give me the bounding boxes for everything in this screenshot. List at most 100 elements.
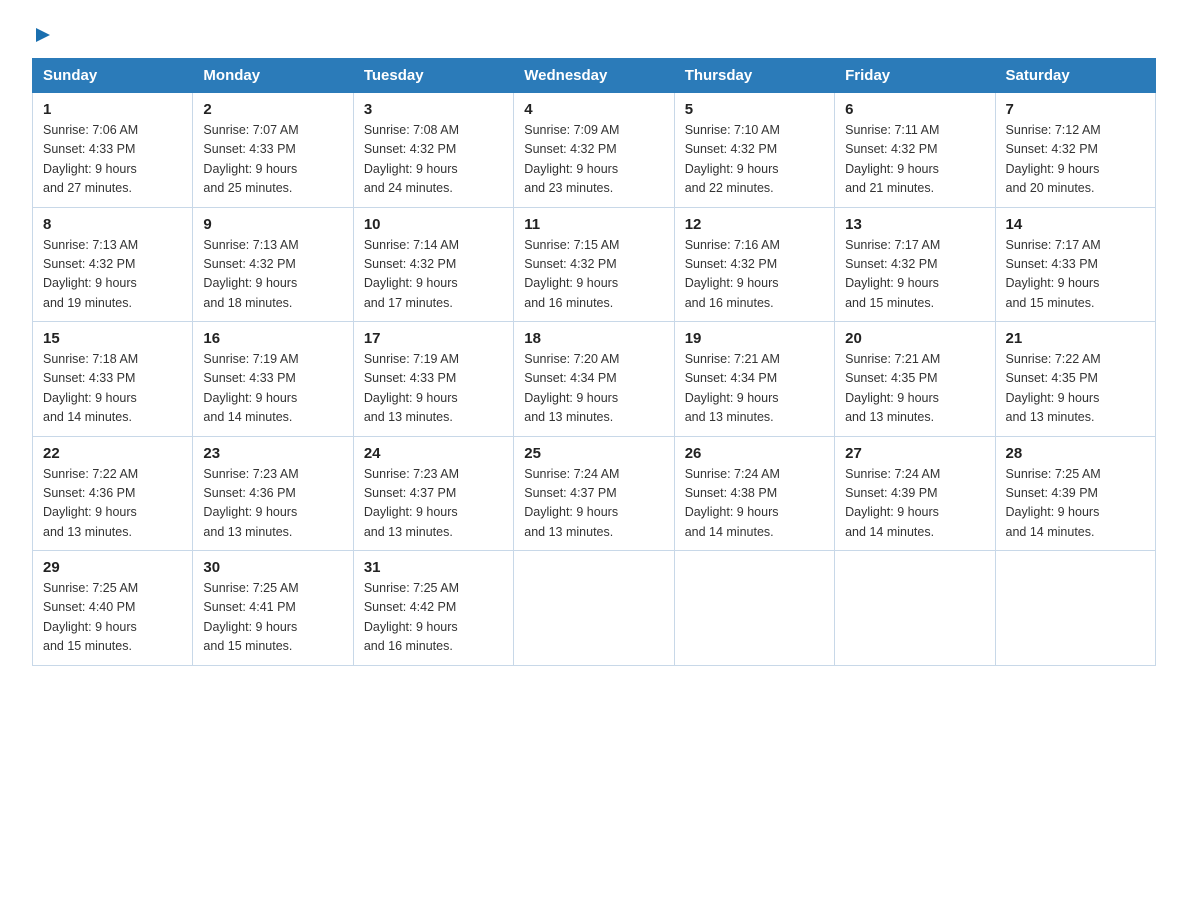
day-number: 9 — [203, 216, 342, 233]
day-cell-4: 4 Sunrise: 7:09 AM Sunset: 4:32 PM Dayli… — [514, 93, 674, 208]
day-number: 18 — [524, 330, 663, 347]
weekday-header-saturday: Saturday — [995, 59, 1155, 93]
weekday-header-row: SundayMondayTuesdayWednesdayThursdayFrid… — [33, 59, 1156, 93]
day-info: Sunrise: 7:10 AM Sunset: 4:32 PM Dayligh… — [685, 121, 824, 199]
day-info: Sunrise: 7:13 AM Sunset: 4:32 PM Dayligh… — [203, 236, 342, 314]
day-cell-29: 29 Sunrise: 7:25 AM Sunset: 4:40 PM Dayl… — [33, 551, 193, 666]
day-number: 21 — [1006, 330, 1145, 347]
day-number: 27 — [845, 445, 984, 462]
day-info: Sunrise: 7:22 AM Sunset: 4:36 PM Dayligh… — [43, 465, 182, 543]
weekday-header-thursday: Thursday — [674, 59, 834, 93]
day-info: Sunrise: 7:13 AM Sunset: 4:32 PM Dayligh… — [43, 236, 182, 314]
weekday-header-friday: Friday — [835, 59, 995, 93]
day-info: Sunrise: 7:23 AM Sunset: 4:36 PM Dayligh… — [203, 465, 342, 543]
day-cell-16: 16 Sunrise: 7:19 AM Sunset: 4:33 PM Dayl… — [193, 322, 353, 437]
day-cell-14: 14 Sunrise: 7:17 AM Sunset: 4:33 PM Dayl… — [995, 207, 1155, 322]
day-cell-21: 21 Sunrise: 7:22 AM Sunset: 4:35 PM Dayl… — [995, 322, 1155, 437]
day-cell-12: 12 Sunrise: 7:16 AM Sunset: 4:32 PM Dayl… — [674, 207, 834, 322]
day-number: 26 — [685, 445, 824, 462]
day-number: 19 — [685, 330, 824, 347]
day-number: 25 — [524, 445, 663, 462]
day-number: 30 — [203, 559, 342, 576]
day-info: Sunrise: 7:21 AM Sunset: 4:35 PM Dayligh… — [845, 350, 984, 428]
week-row-1: 1 Sunrise: 7:06 AM Sunset: 4:33 PM Dayli… — [33, 93, 1156, 208]
day-number: 16 — [203, 330, 342, 347]
day-number: 14 — [1006, 216, 1145, 233]
day-cell-1: 1 Sunrise: 7:06 AM Sunset: 4:33 PM Dayli… — [33, 93, 193, 208]
day-cell-22: 22 Sunrise: 7:22 AM Sunset: 4:36 PM Dayl… — [33, 436, 193, 551]
day-info: Sunrise: 7:24 AM Sunset: 4:38 PM Dayligh… — [685, 465, 824, 543]
day-cell-30: 30 Sunrise: 7:25 AM Sunset: 4:41 PM Dayl… — [193, 551, 353, 666]
day-info: Sunrise: 7:15 AM Sunset: 4:32 PM Dayligh… — [524, 236, 663, 314]
day-cell-31: 31 Sunrise: 7:25 AM Sunset: 4:42 PM Dayl… — [353, 551, 513, 666]
day-cell-20: 20 Sunrise: 7:21 AM Sunset: 4:35 PM Dayl… — [835, 322, 995, 437]
day-cell-27: 27 Sunrise: 7:24 AM Sunset: 4:39 PM Dayl… — [835, 436, 995, 551]
day-cell-13: 13 Sunrise: 7:17 AM Sunset: 4:32 PM Dayl… — [835, 207, 995, 322]
week-row-4: 22 Sunrise: 7:22 AM Sunset: 4:36 PM Dayl… — [33, 436, 1156, 551]
day-info: Sunrise: 7:20 AM Sunset: 4:34 PM Dayligh… — [524, 350, 663, 428]
day-info: Sunrise: 7:19 AM Sunset: 4:33 PM Dayligh… — [364, 350, 503, 428]
logo — [32, 24, 54, 46]
day-info: Sunrise: 7:25 AM Sunset: 4:42 PM Dayligh… — [364, 579, 503, 657]
day-info: Sunrise: 7:06 AM Sunset: 4:33 PM Dayligh… — [43, 121, 182, 199]
day-number: 13 — [845, 216, 984, 233]
day-info: Sunrise: 7:18 AM Sunset: 4:33 PM Dayligh… — [43, 350, 182, 428]
day-cell-2: 2 Sunrise: 7:07 AM Sunset: 4:33 PM Dayli… — [193, 93, 353, 208]
day-number: 10 — [364, 216, 503, 233]
day-info: Sunrise: 7:24 AM Sunset: 4:37 PM Dayligh… — [524, 465, 663, 543]
day-number: 24 — [364, 445, 503, 462]
empty-cell — [514, 551, 674, 666]
day-info: Sunrise: 7:24 AM Sunset: 4:39 PM Dayligh… — [845, 465, 984, 543]
day-info: Sunrise: 7:25 AM Sunset: 4:40 PM Dayligh… — [43, 579, 182, 657]
day-cell-18: 18 Sunrise: 7:20 AM Sunset: 4:34 PM Dayl… — [514, 322, 674, 437]
day-cell-8: 8 Sunrise: 7:13 AM Sunset: 4:32 PM Dayli… — [33, 207, 193, 322]
day-info: Sunrise: 7:09 AM Sunset: 4:32 PM Dayligh… — [524, 121, 663, 199]
day-number: 12 — [685, 216, 824, 233]
day-cell-3: 3 Sunrise: 7:08 AM Sunset: 4:32 PM Dayli… — [353, 93, 513, 208]
day-cell-17: 17 Sunrise: 7:19 AM Sunset: 4:33 PM Dayl… — [353, 322, 513, 437]
day-number: 2 — [203, 101, 342, 118]
day-number: 8 — [43, 216, 182, 233]
day-number: 23 — [203, 445, 342, 462]
day-info: Sunrise: 7:25 AM Sunset: 4:39 PM Dayligh… — [1006, 465, 1145, 543]
day-info: Sunrise: 7:14 AM Sunset: 4:32 PM Dayligh… — [364, 236, 503, 314]
day-number: 4 — [524, 101, 663, 118]
day-cell-25: 25 Sunrise: 7:24 AM Sunset: 4:37 PM Dayl… — [514, 436, 674, 551]
day-info: Sunrise: 7:07 AM Sunset: 4:33 PM Dayligh… — [203, 121, 342, 199]
day-cell-28: 28 Sunrise: 7:25 AM Sunset: 4:39 PM Dayl… — [995, 436, 1155, 551]
day-number: 31 — [364, 559, 503, 576]
day-info: Sunrise: 7:21 AM Sunset: 4:34 PM Dayligh… — [685, 350, 824, 428]
weekday-header-sunday: Sunday — [33, 59, 193, 93]
calendar-table: SundayMondayTuesdayWednesdayThursdayFrid… — [32, 58, 1156, 666]
day-number: 28 — [1006, 445, 1145, 462]
day-number: 11 — [524, 216, 663, 233]
day-info: Sunrise: 7:22 AM Sunset: 4:35 PM Dayligh… — [1006, 350, 1145, 428]
day-number: 22 — [43, 445, 182, 462]
day-info: Sunrise: 7:16 AM Sunset: 4:32 PM Dayligh… — [685, 236, 824, 314]
day-number: 20 — [845, 330, 984, 347]
day-cell-15: 15 Sunrise: 7:18 AM Sunset: 4:33 PM Dayl… — [33, 322, 193, 437]
day-number: 1 — [43, 101, 182, 118]
logo-arrow-icon — [32, 24, 54, 46]
day-cell-9: 9 Sunrise: 7:13 AM Sunset: 4:32 PM Dayli… — [193, 207, 353, 322]
day-number: 17 — [364, 330, 503, 347]
day-cell-26: 26 Sunrise: 7:24 AM Sunset: 4:38 PM Dayl… — [674, 436, 834, 551]
day-cell-5: 5 Sunrise: 7:10 AM Sunset: 4:32 PM Dayli… — [674, 93, 834, 208]
day-info: Sunrise: 7:25 AM Sunset: 4:41 PM Dayligh… — [203, 579, 342, 657]
logo-line1 — [32, 24, 54, 46]
day-cell-7: 7 Sunrise: 7:12 AM Sunset: 4:32 PM Dayli… — [995, 93, 1155, 208]
weekday-header-wednesday: Wednesday — [514, 59, 674, 93]
day-cell-23: 23 Sunrise: 7:23 AM Sunset: 4:36 PM Dayl… — [193, 436, 353, 551]
day-cell-11: 11 Sunrise: 7:15 AM Sunset: 4:32 PM Dayl… — [514, 207, 674, 322]
day-info: Sunrise: 7:23 AM Sunset: 4:37 PM Dayligh… — [364, 465, 503, 543]
day-number: 15 — [43, 330, 182, 347]
week-row-2: 8 Sunrise: 7:13 AM Sunset: 4:32 PM Dayli… — [33, 207, 1156, 322]
day-info: Sunrise: 7:08 AM Sunset: 4:32 PM Dayligh… — [364, 121, 503, 199]
empty-cell — [674, 551, 834, 666]
day-info: Sunrise: 7:17 AM Sunset: 4:33 PM Dayligh… — [1006, 236, 1145, 314]
day-info: Sunrise: 7:11 AM Sunset: 4:32 PM Dayligh… — [845, 121, 984, 199]
week-row-5: 29 Sunrise: 7:25 AM Sunset: 4:40 PM Dayl… — [33, 551, 1156, 666]
day-number: 7 — [1006, 101, 1145, 118]
day-number: 6 — [845, 101, 984, 118]
day-cell-6: 6 Sunrise: 7:11 AM Sunset: 4:32 PM Dayli… — [835, 93, 995, 208]
